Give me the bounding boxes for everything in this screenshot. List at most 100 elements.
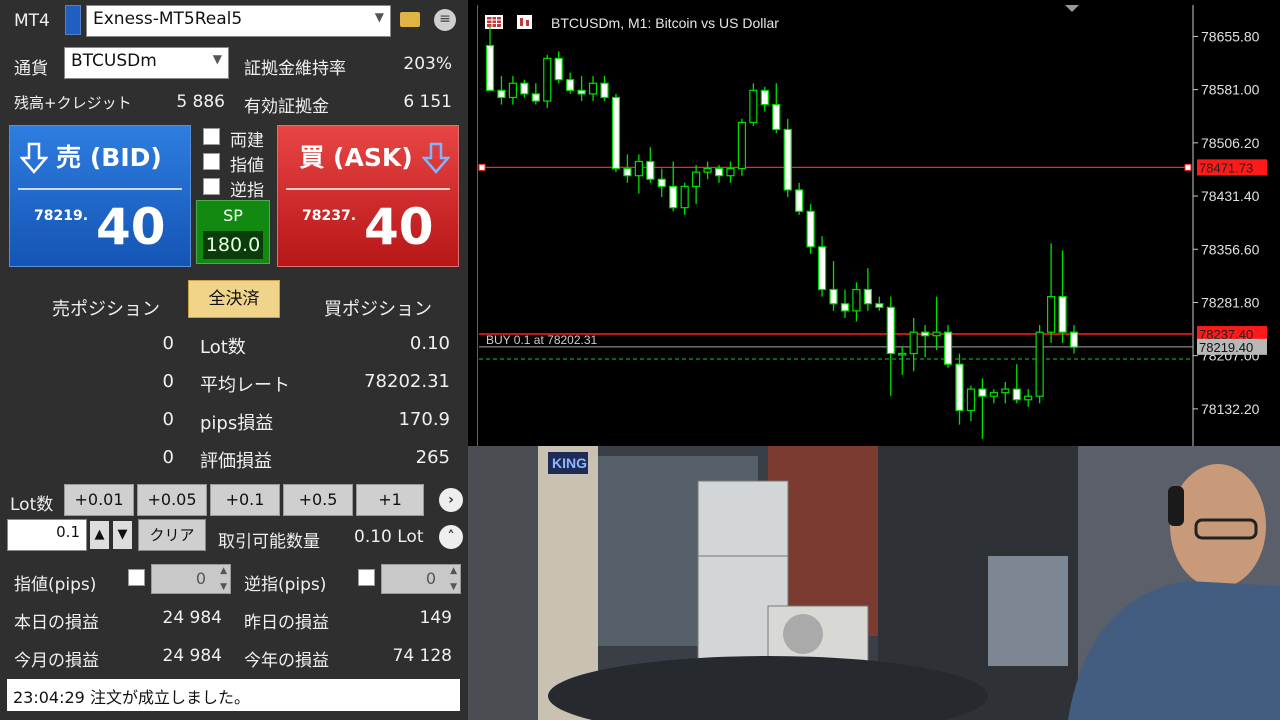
candle-body [840, 303, 850, 312]
candle-body [875, 303, 884, 308]
limit-label: 指値 [230, 156, 264, 176]
level-handle[interactable] [478, 163, 486, 171]
triangle-down-icon[interactable]: ▼ [450, 582, 457, 592]
candle-body [829, 288, 838, 305]
webcam-scene: KING [468, 446, 1280, 720]
candle-body [1024, 395, 1033, 401]
tick-label: 78431.40 [1201, 188, 1260, 204]
candle-body [989, 392, 998, 397]
chevron-up-icon[interactable]: ˄ [439, 525, 463, 549]
candle-body [898, 352, 907, 356]
triangle-down-icon[interactable]: ▼ [220, 582, 227, 592]
candle-body [726, 167, 735, 177]
lot-add-button-0.1[interactable]: +0.1 [210, 484, 280, 516]
candle-body [623, 167, 632, 177]
today-pnl-value: 24 984 [162, 608, 222, 628]
buy-price-big: 40 [364, 198, 434, 256]
currency-label: 通貨 [14, 59, 48, 79]
red-level-price-label: 78471.73 [1199, 160, 1253, 175]
symbol-select-value: BTCUSDm [71, 51, 157, 71]
chevron-down-icon: ▼ [374, 10, 384, 24]
stop-pips-input[interactable]: 0 ▲ ▼ [381, 564, 461, 594]
margin-level-value: 203% [403, 54, 452, 74]
sell-price-big: 40 [96, 198, 166, 256]
limit-pips-input[interactable]: 0 ▲ ▼ [151, 564, 231, 594]
candle-body [863, 288, 872, 305]
tradable-label: 取引可能数量 [218, 532, 320, 552]
triangle-up-icon[interactable]: ▲ [450, 566, 457, 576]
divider [286, 188, 450, 190]
plot-area [477, 5, 1193, 446]
stop-pips-label: 逆指(pips) [244, 575, 327, 595]
tick-label: 78655.80 [1201, 28, 1260, 44]
machine [988, 556, 1068, 666]
candle-body [634, 160, 643, 177]
price-chart[interactable]: BTCUSDm, M1: Bitcoin vs US Dollar 78655.… [476, 5, 1280, 446]
candle-body [921, 331, 930, 337]
stop-checkbox[interactable] [203, 178, 220, 195]
limit-checkbox[interactable] [203, 153, 220, 170]
clear-button[interactable]: クリア [138, 519, 206, 551]
buy-button[interactable]: 買 (ASK) 78237. 40 [277, 125, 459, 267]
candle [806, 204, 815, 254]
candle-body [1035, 331, 1044, 397]
spread-value: 180.0 [203, 231, 263, 259]
candle-body [978, 388, 987, 397]
triangle-up-icon[interactable]: ▲ [220, 566, 227, 576]
position-row-label: 評価損益 [200, 451, 272, 472]
account-select[interactable]: Exness-MT5Real5 ▼ [86, 5, 391, 37]
divider [18, 188, 182, 190]
candle-body [886, 306, 895, 355]
candle-body [485, 44, 495, 91]
tradable-value: 0.10 Lot [354, 527, 424, 547]
stop-label: 逆指 [230, 181, 264, 201]
candle-body [909, 331, 918, 355]
lot-add-button-1[interactable]: +1 [356, 484, 424, 516]
position-sell-value: 0 [162, 409, 174, 430]
buy-positions-title: 買ポジション [324, 299, 432, 320]
level-handle[interactable] [1184, 163, 1192, 171]
lot-add-button-0.01[interactable]: +0.01 [64, 484, 134, 516]
candle-body [588, 82, 598, 95]
lot-add-button-0.5[interactable]: +0.5 [283, 484, 353, 516]
limit-pips-checkbox[interactable] [128, 569, 145, 586]
color-swatch-icon[interactable] [65, 5, 81, 35]
hedge-checkbox[interactable] [203, 128, 220, 145]
balance-label: 残高+クレジット [14, 94, 132, 112]
candle-body [611, 96, 621, 170]
candle-body [955, 363, 964, 412]
position-label: BUY 0.1 at 78202.31 [486, 333, 598, 347]
equity-value: 6 151 [403, 92, 452, 112]
yesterday-pnl-value: 149 [419, 608, 452, 628]
candle-body [680, 185, 689, 209]
symbol-select[interactable]: BTCUSDm ▼ [64, 47, 229, 79]
position-row-label: 平均レート [200, 375, 290, 396]
lot-down-button[interactable]: ▼ [113, 521, 132, 549]
candle-body [714, 167, 724, 177]
position-buy-value: 0.10 [409, 333, 450, 354]
chart-title: BTCUSDm, M1: Bitcoin vs US Dollar [551, 15, 779, 31]
tick-label: 78132.20 [1201, 401, 1260, 417]
candle-body [772, 103, 781, 131]
candle-body [566, 79, 575, 91]
chevron-right-icon[interactable]: › [439, 488, 463, 512]
position-row-label: pips損益 [200, 413, 274, 434]
close-all-button[interactable]: 全決済 [188, 280, 280, 318]
candle-body [749, 89, 758, 123]
candle-body [600, 82, 609, 99]
year-pnl-label: 今年の損益 [244, 651, 329, 671]
limit-pips-value: 0 [195, 569, 206, 588]
sell-button[interactable]: 売 (BID) 78219. 40 [9, 125, 191, 267]
menu-icon[interactable]: ≡ [434, 9, 456, 31]
candle-body [1058, 296, 1067, 333]
month-pnl-label: 今月の損益 [14, 651, 99, 671]
candle-body [497, 89, 506, 99]
stop-pips-checkbox[interactable] [358, 569, 375, 586]
headset-icon [1168, 486, 1184, 526]
folder-icon[interactable] [400, 12, 420, 27]
lot-add-button-0.05[interactable]: +0.05 [137, 484, 207, 516]
tick-label: 78281.80 [1201, 294, 1260, 310]
lot-input[interactable]: 0.1 [7, 519, 87, 551]
lot-up-button[interactable]: ▲ [90, 521, 109, 549]
year-pnl-value: 74 128 [392, 646, 452, 666]
